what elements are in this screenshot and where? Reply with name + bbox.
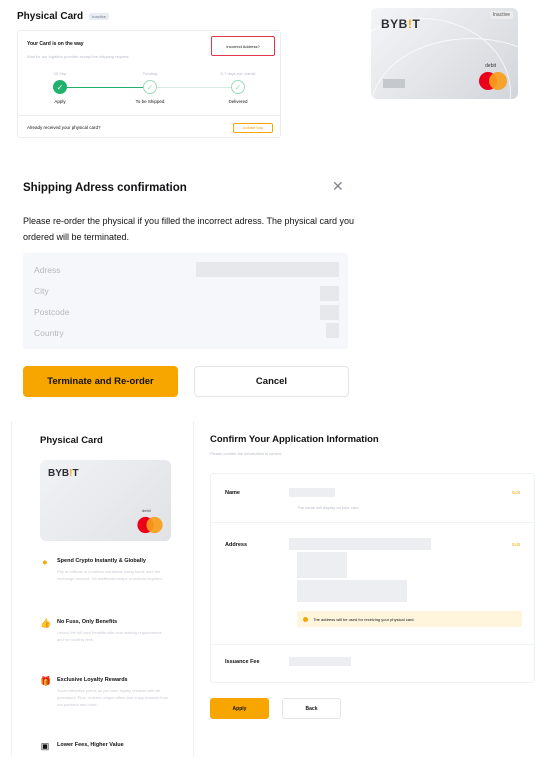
postcode-field-label: Postcode: [34, 307, 70, 317]
cancel-button[interactable]: Cancel: [194, 366, 349, 397]
address-warning: The address will be used for receiving y…: [297, 611, 522, 627]
physical-card-image: BYB!T Inactive debit: [371, 8, 518, 99]
panel-border: [11, 421, 12, 757]
apply-button[interactable]: Apply: [210, 698, 269, 719]
card-type-label: debit: [142, 508, 151, 513]
card-number-redacted: [383, 79, 405, 88]
incorrect-address-button[interactable]: Incorrect Address?: [211, 36, 275, 56]
warning-icon: [303, 616, 308, 622]
check-icon: ✓: [143, 80, 157, 94]
terminate-and-reorder-button[interactable]: Terminate and Re-order: [23, 366, 178, 397]
thumbs-up-icon: 👍: [40, 618, 52, 628]
sidebar-title: Physical Card: [40, 435, 103, 446]
step-apply: 05 Sep ✓ Apply: [53, 71, 67, 104]
bybit-logo: BYB!T: [48, 468, 79, 479]
step-to-be-shipped: Pending ✓ To be Shipped: [135, 71, 165, 104]
back-button[interactable]: Back: [282, 698, 341, 719]
edit-name-link[interactable]: Edit: [512, 490, 520, 495]
application-confirmation: Confirm Your Application Information Ple…: [194, 421, 535, 757]
activate-now-button[interactable]: Activate Now: [233, 123, 273, 133]
address-label: Address: [225, 542, 248, 548]
name-value-redacted: [289, 488, 335, 497]
application-info-form: Name The name will display on your card.…: [210, 473, 535, 683]
country-field-label: Country: [34, 328, 64, 338]
received-card-prompt: Already received your physical card?: [27, 125, 101, 130]
edit-address-link[interactable]: Edit: [512, 542, 520, 547]
card-benefits-sidebar: Physical Card BYB!T debit ● Spend Crypto…: [28, 421, 194, 757]
postcode-value-redacted: [320, 305, 339, 320]
status-badge: Inactive: [89, 13, 109, 20]
check-icon: ✓: [231, 80, 245, 94]
gift-icon: 🎁: [40, 676, 52, 686]
mastercard-icon: [137, 516, 163, 534]
coin-icon: ●: [42, 557, 48, 567]
issuance-fee-label: Issuance Fee: [225, 659, 260, 665]
page-title: Confirm Your Application Information: [210, 434, 379, 445]
address-value-redacted: [297, 552, 347, 578]
address-value-redacted: [196, 262, 339, 277]
card-state-label: Inactive: [489, 11, 513, 19]
address-summary-box: Adress City Postcode Country: [23, 253, 348, 349]
address-value-redacted: [297, 580, 407, 602]
divider: [18, 115, 280, 116]
physical-card-title: Physical Card Inactive: [17, 11, 109, 22]
status-subtitle: Wait for our logistics provider accept t…: [27, 54, 130, 59]
card-type-label: debit: [485, 63, 496, 69]
physical-card-status-panel: Physical Card Inactive Your Card is on t…: [0, 0, 535, 150]
bybit-logo: BYB!T: [381, 17, 421, 31]
mastercard-icon: [479, 72, 507, 90]
shipping-status-card: Your Card is on the way Wait for our log…: [17, 30, 281, 138]
name-hint: The name will display on your card.: [297, 505, 360, 510]
physical-card-image: BYB!T debit: [40, 460, 171, 541]
address-value-redacted: [289, 538, 431, 550]
name-label: Name: [225, 490, 240, 496]
address-field-label: Adress: [34, 265, 61, 275]
page-subtitle: Please confirm the information is correc…: [210, 451, 283, 456]
country-value-redacted: [326, 323, 339, 338]
city-value-redacted: [320, 286, 339, 301]
status-heading: Your Card is on the way: [27, 41, 84, 47]
divider: [211, 644, 534, 645]
close-icon[interactable]: ✕: [332, 178, 344, 195]
fee-value-redacted: [289, 657, 351, 666]
check-icon: ✓: [53, 80, 67, 94]
city-field-label: City: [34, 286, 49, 296]
dialog-message: Please re-order the physical if you fill…: [23, 216, 354, 242]
divider: [211, 522, 534, 523]
step-delivered: 5-7 days est. transit ✓ Delivered: [220, 71, 256, 104]
dialog-title: Shipping Adress confirmation: [23, 182, 187, 194]
document-icon: ▣: [40, 741, 50, 751]
